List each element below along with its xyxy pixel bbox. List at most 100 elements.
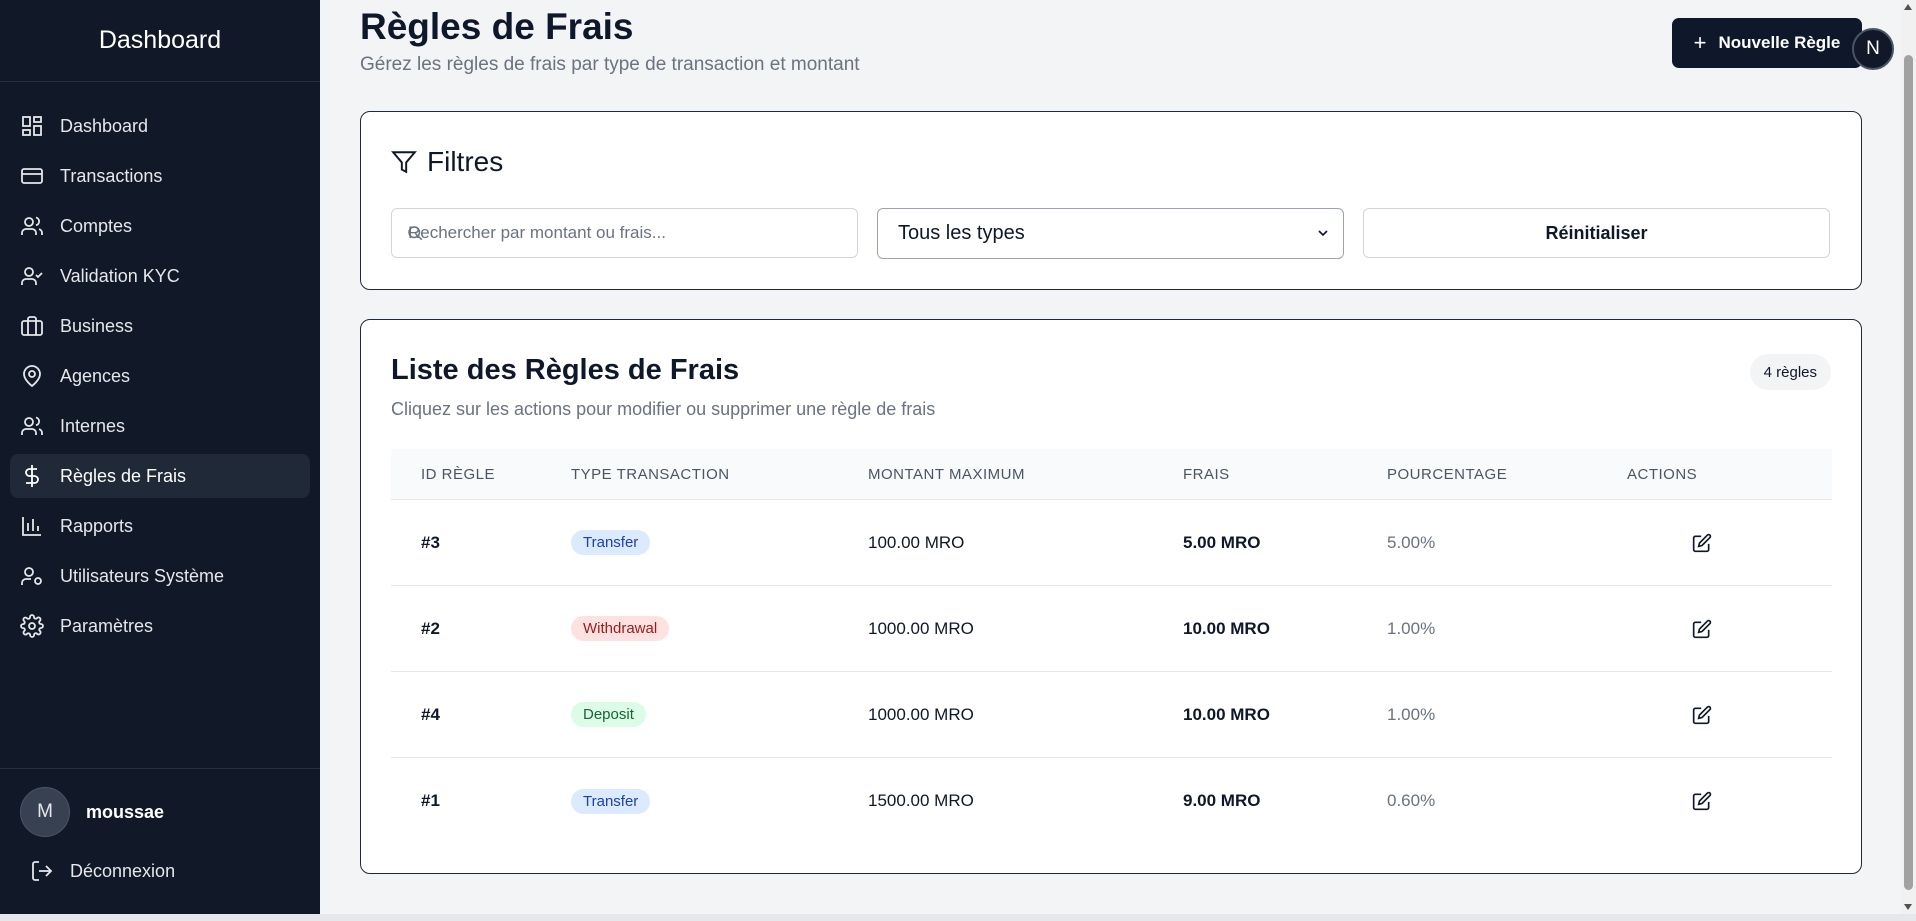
fee-amount: 10.00 MRO — [1183, 618, 1270, 638]
user-profile[interactable]: M moussae — [0, 769, 320, 837]
edit-icon — [1692, 533, 1712, 552]
dollar-icon — [25, 465, 39, 487]
type-select[interactable]: Tous les types — [877, 208, 1344, 259]
sidebar-item-label: Rapports — [60, 515, 134, 536]
user-cog-icon — [21, 567, 42, 585]
column-header: TYPE TRANSACTION — [571, 465, 730, 483]
table-row: #1 Transfer 1500.00 MRO 9.00 MRO 0.60% — [391, 758, 1832, 844]
page-title: Règles de Frais — [360, 6, 634, 47]
scrollbar-thumb[interactable] — [1904, 55, 1913, 890]
rules-subtitle: Cliquez sur les actions pour modifier ou… — [391, 399, 936, 419]
user-avatar-badge[interactable]: N — [1852, 28, 1894, 70]
sidebar-item-label: Utilisateurs Système — [60, 565, 225, 586]
filters-title: Filtres — [427, 146, 504, 177]
users-icon — [21, 216, 43, 235]
avatar: M — [20, 787, 70, 837]
sidebar-item-transactions[interactable]: Transactions — [10, 154, 310, 198]
rules-table: ID RÈGLE TYPE TRANSACTION MONTANT MAXIMU… — [391, 449, 1832, 844]
percentage: 1.00% — [1387, 618, 1436, 638]
table-row: #3 Transfer 100.00 MRO 5.00 MRO 5.00% — [391, 500, 1832, 586]
dashboard-icon — [22, 116, 42, 136]
plus-icon: + — [1693, 30, 1707, 55]
sidebar-item-dashboard[interactable]: Dashboard — [10, 104, 310, 148]
type-badge: Deposit — [571, 702, 646, 727]
rules-card: Liste des Règles de Frais Cliquez sur le… — [360, 319, 1862, 874]
new-rule-button[interactable]: + Nouvelle Règle — [1672, 18, 1862, 68]
edit-icon — [1692, 705, 1712, 724]
column-header: ACTIONS — [1627, 465, 1698, 483]
sidebar-footer: M moussae Déconnexion — [0, 768, 320, 914]
vertical-scrollbar[interactable] — [1901, 0, 1916, 914]
sidebar-item-utilisateurs-systeme[interactable]: Utilisateurs Système — [10, 554, 310, 598]
settings-icon — [20, 614, 44, 638]
sidebar-item-rapports[interactable]: Rapports — [10, 504, 310, 548]
fee-amount: 9.00 MRO — [1183, 791, 1261, 810]
table-header: ID RÈGLE TYPE TRANSACTION MONTANT MAXIMU… — [391, 449, 1832, 500]
horizontal-scrollbar[interactable] — [0, 914, 1916, 921]
edit-icon — [1692, 619, 1712, 638]
table-row: #2 Withdrawal 1000.00 MRO 10.00 MRO 1.00… — [391, 586, 1832, 672]
credit-card-icon — [21, 168, 43, 184]
max-amount: 1000.00 MRO — [868, 704, 974, 724]
sidebar-title: Dashboard — [0, 0, 320, 82]
scroll-down-arrow[interactable] — [1904, 904, 1912, 910]
edit-button[interactable] — [1627, 533, 1777, 553]
logout-icon — [32, 861, 53, 881]
table-row: #4 Deposit 1000.00 MRO 10.00 MRO 1.00% — [391, 672, 1832, 758]
filters-header: Filtres — [391, 146, 503, 178]
sidebar-item-agences[interactable]: Agences — [10, 354, 310, 398]
sidebar-item-label: Agences — [60, 365, 131, 386]
percentage: 1.00% — [1387, 704, 1436, 724]
column-header: FRAIS — [1183, 465, 1230, 483]
fee-amount: 10.00 MRO — [1183, 704, 1270, 724]
reset-button[interactable]: Réinitialiser — [1363, 208, 1830, 258]
max-amount: 1000.00 MRO — [868, 618, 974, 638]
edit-button[interactable] — [1627, 705, 1777, 725]
bar-chart-icon — [22, 517, 41, 536]
sidebar-nav: Dashboard Transactions Comptes Validatio… — [0, 82, 320, 648]
username: moussae — [86, 801, 165, 822]
main-content: Règles de Frais Gérez les règles de frai… — [320, 0, 1896, 914]
search-input[interactable] — [408, 223, 838, 243]
sidebar-item-comptes[interactable]: Comptes — [10, 204, 310, 248]
filter-icon — [391, 151, 417, 174]
briefcase-icon — [21, 316, 43, 336]
sidebar-item-label: Dashboard — [60, 115, 149, 136]
edit-button[interactable] — [1627, 619, 1777, 639]
users-icon — [21, 416, 43, 435]
edit-button[interactable] — [1627, 791, 1777, 811]
search-icon — [408, 226, 423, 241]
sidebar-item-label: Transactions — [60, 165, 163, 186]
max-amount: 100.00 MRO — [868, 532, 965, 552]
sidebar-item-label: Business — [60, 315, 134, 336]
map-pin-icon — [23, 365, 41, 388]
percentage: 5.00% — [1387, 532, 1436, 552]
user-check-icon — [21, 267, 43, 285]
sidebar-item-validation-kyc[interactable]: Validation KYC — [10, 254, 310, 298]
type-select-value: Tous les types — [898, 222, 1025, 244]
column-header: ID RÈGLE — [421, 465, 496, 483]
page-subtitle: Gérez les règles de frais par type de tr… — [360, 54, 860, 75]
rules-title: Liste des Règles de Frais — [391, 354, 740, 386]
sidebar-item-label: Internes — [60, 415, 126, 436]
type-badge: Withdrawal — [571, 616, 670, 641]
new-rule-label: Nouvelle Règle — [1718, 33, 1841, 52]
percentage: 0.60% — [1387, 791, 1436, 810]
sidebar-item-parametres[interactable]: Paramètres — [10, 604, 310, 648]
filters-card: Filtres Tous les types Réinitialiser — [360, 111, 1862, 290]
logout-button[interactable]: Déconnexion — [0, 837, 320, 883]
column-header: MONTANT MAXIMUM — [868, 465, 1025, 483]
sidebar-item-business[interactable]: Business — [10, 304, 310, 348]
scroll-up-arrow[interactable] — [1904, 4, 1912, 10]
rule-id: #3 — [421, 532, 440, 552]
sidebar-item-regles-de-frais[interactable]: Règles de Frais — [10, 454, 310, 498]
sidebar-item-internes[interactable]: Internes — [10, 404, 310, 448]
sidebar-item-label: Paramètres — [60, 615, 154, 636]
rule-id: #2 — [421, 618, 440, 638]
logout-label: Déconnexion — [70, 860, 176, 881]
chevron-down-icon — [1318, 230, 1328, 237]
column-header: POURCENTAGE — [1387, 465, 1508, 483]
fee-amount: 5.00 MRO — [1183, 532, 1261, 552]
search-field[interactable] — [391, 208, 858, 258]
sidebar: Dashboard Dashboard Transactions Comptes… — [0, 0, 320, 914]
